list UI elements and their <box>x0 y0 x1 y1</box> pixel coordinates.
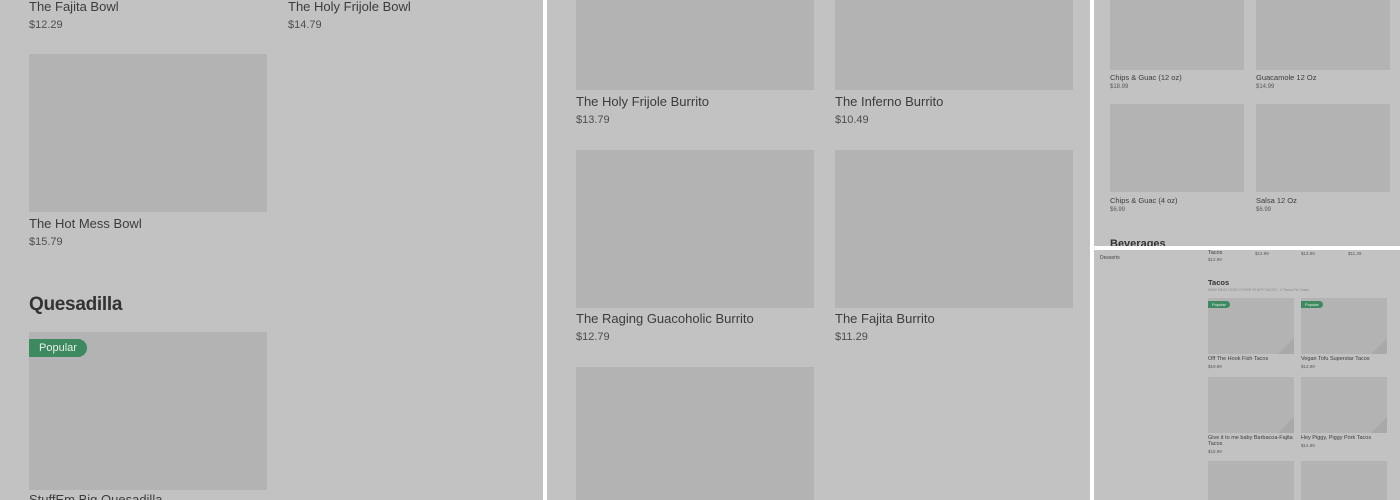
burritos-panel: The Holy Frijole Burrito $13.79 The Infe… <box>547 0 1090 500</box>
section-title: Beverages <box>1110 238 1166 246</box>
item-name[interactable]: The Fajita Bowl <box>29 0 119 14</box>
item-image[interactable] <box>29 54 267 212</box>
item-name[interactable]: Chips & Guac (12 oz) <box>1110 73 1182 82</box>
item-price: $18.99 <box>1208 449 1222 454</box>
item-image[interactable] <box>835 0 1073 90</box>
item-name[interactable]: The Fajita Burrito <box>835 311 935 326</box>
tacos-panel: Desserts Tacos $12.99 $12.99 $13.99 $11.… <box>1094 250 1400 500</box>
item-price: $6.99 <box>1110 207 1126 213</box>
item-image[interactable] <box>1301 461 1387 500</box>
item-name[interactable]: StuffEm Big Quesadilla <box>29 492 162 500</box>
item-name[interactable]: Guacamole 12 Oz <box>1256 73 1316 82</box>
section-subtitle: NOW MEAT LESS OTHER STUFF TACOS - 3 Taco… <box>1208 288 1310 292</box>
image-corner <box>1371 417 1387 433</box>
item-image[interactable] <box>1110 0 1244 70</box>
item-image[interactable] <box>1256 104 1390 192</box>
item-name[interactable]: The Raging Guacoholic Burrito <box>576 311 754 326</box>
item-name[interactable]: The Inferno Burrito <box>835 94 943 109</box>
item-name[interactable]: Give it to me baby Barbacoa-Fajita Tacos <box>1208 435 1294 447</box>
item-image[interactable] <box>1208 377 1294 433</box>
item-image[interactable] <box>1208 461 1294 500</box>
item-price: $13.99 <box>1301 364 1315 369</box>
item-image[interactable] <box>576 0 814 90</box>
item-name[interactable]: Vegan Tofu Superstar Tacos <box>1301 356 1370 362</box>
item-name[interactable]: Tacos <box>1208 250 1222 256</box>
item-price: $12.79 <box>576 331 610 343</box>
item-price: $12.99 <box>1255 251 1269 256</box>
item-image[interactable] <box>1256 0 1390 70</box>
item-name[interactable]: The Hot Mess Bowl <box>29 216 142 231</box>
item-price: $10.49 <box>835 114 869 126</box>
bowls-quesadilla-panel: The Fajita Bowl $12.29 The Holy Frijole … <box>0 0 543 500</box>
sides-panel: Chips & Guac (12 oz) $18.99 Guacamole 12… <box>1094 0 1400 246</box>
item-price: $13.79 <box>576 114 610 126</box>
image-corner <box>1371 338 1387 354</box>
popular-badge: Popular <box>1301 301 1323 308</box>
item-image[interactable] <box>835 150 1073 308</box>
popular-badge: Popular <box>29 339 87 357</box>
sidebar-item-desserts[interactable]: Desserts <box>1100 255 1120 261</box>
item-price: $15.79 <box>29 236 63 248</box>
item-image[interactable] <box>1301 377 1387 433</box>
image-corner <box>1278 417 1294 433</box>
item-name[interactable]: Chips & Guac (4 oz) <box>1110 196 1178 205</box>
item-price: $12.29 <box>29 19 63 31</box>
item-price: $14.79 <box>288 19 322 31</box>
section-title: Quesadilla <box>29 294 123 315</box>
item-name[interactable]: The Holy Frijole Bowl <box>288 0 411 14</box>
item-price: $11.29 <box>835 331 868 343</box>
popular-badge: Popular <box>1208 301 1230 308</box>
item-price: $18.99 <box>1110 84 1129 90</box>
section-title: Tacos <box>1208 278 1230 287</box>
item-price: $13.99 <box>1301 251 1315 256</box>
item-price: $14.99 <box>1256 84 1275 90</box>
image-corner <box>1278 338 1294 354</box>
item-price: $11.29 <box>1348 251 1362 256</box>
item-image[interactable] <box>576 150 814 308</box>
item-name[interactable]: The Holy Frijole Burrito <box>576 94 709 109</box>
item-image[interactable] <box>576 367 814 500</box>
item-price: $19.99 <box>1208 364 1222 369</box>
item-name[interactable]: Off The Hook Fish Tacos <box>1208 356 1268 362</box>
item-image[interactable] <box>1110 104 1244 192</box>
item-name[interactable]: Salsa 12 Oz <box>1256 196 1297 205</box>
item-name[interactable]: Hey Piggy, Piggy Pork Tacos <box>1301 435 1371 441</box>
item-price: $14.99 <box>1301 443 1315 448</box>
item-price: $12.99 <box>1208 257 1222 262</box>
item-price: $6.99 <box>1256 207 1272 213</box>
